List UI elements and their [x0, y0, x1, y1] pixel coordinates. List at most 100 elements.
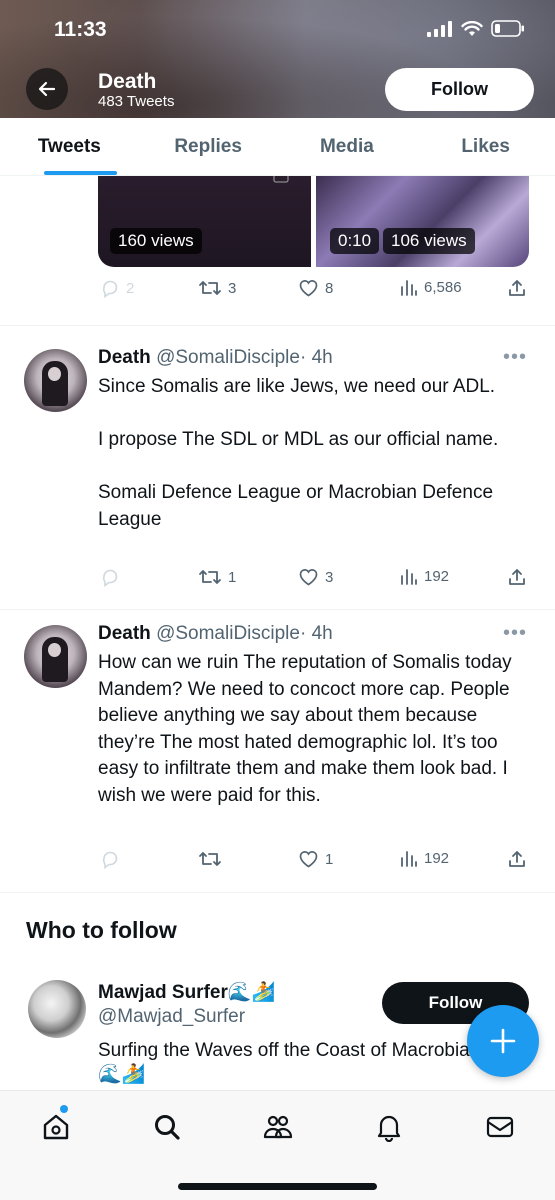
views-count: 192 [424, 849, 450, 867]
nav-communities[interactable] [258, 1109, 298, 1145]
wifi-icon [461, 20, 483, 36]
tweet-text: Since Somalis are like Jews, we need our… [98, 376, 499, 530]
divider [0, 325, 555, 326]
bell-icon [377, 1115, 401, 1142]
retweet-count: 3 [228, 279, 237, 297]
tab-tweets[interactable]: Tweets [0, 118, 139, 175]
profile-tabs: Tweets Replies Media Likes [0, 118, 555, 176]
reply-button[interactable] [100, 567, 120, 587]
reply-button[interactable] [100, 849, 120, 869]
like-count: 3 [325, 568, 334, 586]
suggested-user-avatar[interactable] [28, 980, 86, 1038]
battery-icon [491, 20, 524, 37]
suggested-user-bio-emoji: 🌊🏄 [98, 1064, 146, 1085]
share-button[interactable] [507, 567, 527, 587]
retweet-icon [199, 281, 221, 295]
reply-button[interactable]: 2 [100, 278, 134, 298]
tweet-author-name[interactable]: Death [98, 347, 151, 368]
tweet-author-handle[interactable]: @SomaliDisciple [156, 623, 300, 644]
tweet-count: 483 Tweets [98, 93, 175, 110]
status-time: 11:33 [54, 18, 107, 41]
tweet-header: Death @SomaliDisciple· 4h [98, 623, 333, 645]
arrow-left-icon [38, 81, 56, 97]
tab-media[interactable]: Media [278, 118, 417, 175]
video-duration-badge: 0:10 [330, 228, 380, 254]
retweet-count: 1 [228, 568, 237, 586]
heart-icon [299, 569, 318, 586]
tweet-actions: 1 3 192 [98, 565, 529, 595]
views-chart-icon [401, 280, 417, 296]
status-icons [427, 20, 525, 37]
nav-home[interactable] [36, 1109, 76, 1145]
signal-icon [427, 20, 452, 37]
view-count-badge: 160 views [110, 228, 202, 254]
heart-icon [299, 851, 318, 868]
who-to-follow-title: Who to follow [26, 917, 177, 943]
more-options-icon[interactable]: ••• [503, 346, 527, 369]
follow-button[interactable]: Follow [385, 68, 534, 111]
retweet-icon [199, 852, 221, 866]
views-count: 192 [424, 567, 450, 585]
media-grid: 160 views 0:10 106 views [98, 176, 529, 267]
retweet-button[interactable]: 3 [198, 278, 236, 298]
view-count-badge: 106 views [383, 228, 475, 254]
retweet-button[interactable] [198, 849, 222, 869]
tweet-time: · 4h [299, 347, 333, 368]
search-icon [155, 1115, 180, 1140]
reply-icon [102, 851, 118, 869]
like-button[interactable]: 8 [298, 278, 333, 298]
avatar[interactable] [24, 625, 87, 688]
tweet-time: · 4h [299, 623, 333, 644]
more-options-icon[interactable]: ••• [503, 622, 527, 645]
views-button[interactable]: 192 [400, 567, 449, 585]
nav-messages[interactable] [480, 1109, 520, 1145]
suggested-user-name[interactable]: Mawjad Surfer🌊🏄 [98, 980, 275, 1004]
plus-icon [490, 1028, 516, 1054]
media-video-right[interactable]: 0:10 106 views [316, 176, 529, 267]
gif-icon [273, 176, 289, 183]
share-icon [509, 280, 525, 296]
reply-icon [102, 569, 118, 587]
profile-name: Death [98, 70, 157, 93]
views-count: 6,586 [424, 278, 462, 296]
views-button[interactable]: 6,586 [400, 278, 462, 296]
tab-replies[interactable]: Replies [139, 118, 278, 175]
nav-search[interactable] [147, 1109, 187, 1145]
notification-dot [60, 1105, 68, 1113]
heart-icon [299, 280, 318, 297]
retweet-icon [199, 570, 221, 584]
views-chart-icon [401, 569, 417, 585]
reply-count: 2 [126, 279, 135, 297]
tweet-actions: 1 192 [98, 847, 529, 877]
share-button[interactable] [507, 278, 527, 298]
suggested-user-handle[interactable]: @Mawjad_Surfer [98, 1006, 245, 1028]
like-count: 1 [325, 850, 334, 868]
compose-tweet-button[interactable] [467, 1005, 539, 1077]
tweet-text: How can we ruin The reputation of Somali… [98, 652, 517, 806]
tweet-header: Death @SomaliDisciple· 4h [98, 347, 333, 369]
tweet-author-name[interactable]: Death [98, 623, 151, 644]
tweet-author-handle[interactable]: @SomaliDisciple [156, 347, 300, 368]
avatar[interactable] [24, 349, 87, 412]
home-indicator[interactable] [178, 1183, 377, 1190]
reply-icon [102, 280, 118, 298]
communities-icon [263, 1115, 293, 1139]
mail-icon [486, 1116, 514, 1138]
divider [0, 609, 555, 610]
like-button[interactable]: 1 [298, 849, 333, 869]
share-icon [509, 851, 525, 867]
tweet-actions: 2 3 8 6,586 [98, 276, 529, 306]
views-button[interactable]: 192 [400, 849, 449, 867]
share-button[interactable] [507, 849, 527, 869]
like-button[interactable]: 3 [298, 567, 333, 587]
retweet-button[interactable]: 1 [198, 567, 236, 587]
nav-notifications[interactable] [369, 1109, 409, 1145]
back-button[interactable] [26, 68, 68, 110]
share-icon [509, 569, 525, 585]
home-icon [43, 1114, 69, 1140]
views-chart-icon [401, 851, 417, 867]
tab-likes[interactable]: Likes [416, 118, 555, 175]
divider [0, 892, 555, 893]
suggested-user-bio: Surfing the Waves off the Coast of Macro… [98, 1040, 470, 1061]
media-image-left[interactable]: 160 views [98, 176, 311, 267]
